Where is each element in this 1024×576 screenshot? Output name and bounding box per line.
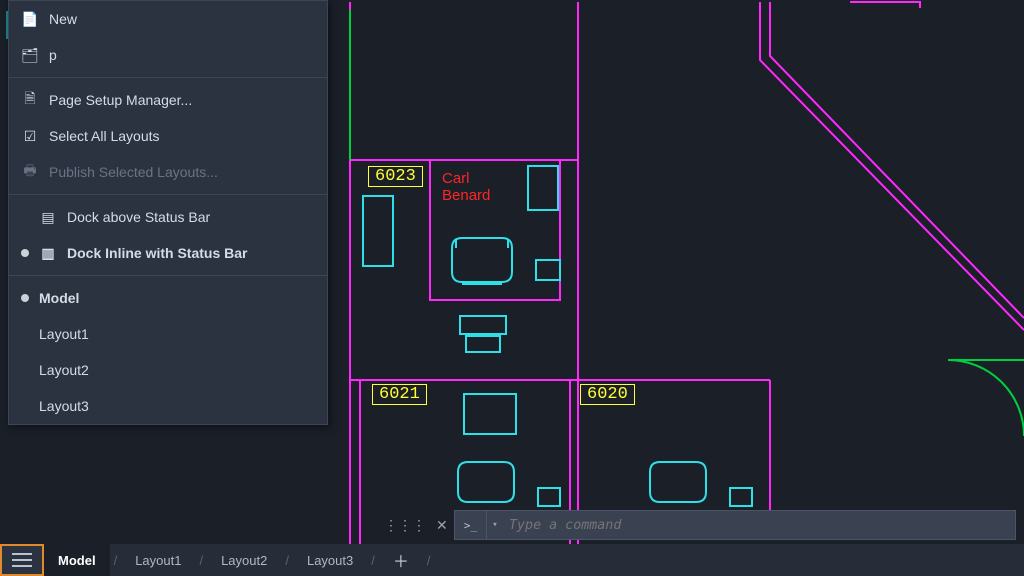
- menu-layout1[interactable]: Layout1: [9, 316, 327, 352]
- tab-divider: /: [367, 544, 379, 576]
- dock-above-icon: ▤: [39, 208, 57, 226]
- template-icon: 🗂: [21, 46, 39, 64]
- menu-layout3[interactable]: Layout3: [9, 388, 327, 424]
- add-layout-button[interactable]: ＋: [379, 544, 423, 576]
- room-label-6023: 6023: [368, 166, 423, 187]
- tab-model[interactable]: Model: [44, 544, 110, 576]
- command-input[interactable]: [503, 518, 1015, 533]
- menu-separator: [9, 194, 327, 195]
- radio-off-icon: [21, 402, 29, 410]
- tab-layout1[interactable]: Layout1: [121, 544, 195, 576]
- room-label-6021: 6021: [372, 384, 427, 405]
- command-history-dropdown[interactable]: ▾: [487, 520, 503, 530]
- person-name-label: Carl Benard: [442, 170, 490, 205]
- menu-new-layout[interactable]: 📄 New: [9, 1, 327, 37]
- layout-context-menu: 📄 New 🗂 p 🗎 Page Setup Manager... ☑ Sele…: [8, 0, 328, 425]
- dock-inline-icon: ▥: [39, 244, 57, 262]
- publish-icon: 🖶: [21, 163, 39, 181]
- close-icon[interactable]: ✕: [436, 517, 448, 534]
- tab-layout3[interactable]: Layout3: [293, 544, 367, 576]
- tab-layout2[interactable]: Layout2: [207, 544, 281, 576]
- menu-separator: [9, 77, 327, 78]
- menu-model[interactable]: Model: [9, 280, 327, 316]
- menu-publish-selected: 🖶 Publish Selected Layouts...: [9, 154, 327, 190]
- layout-menu-button[interactable]: [0, 544, 44, 576]
- menu-layout2[interactable]: Layout2: [9, 352, 327, 388]
- radio-off-icon: [21, 366, 29, 374]
- page-setup-icon: 🗎: [21, 91, 39, 109]
- tab-divider: /: [281, 544, 293, 576]
- tab-divider: /: [110, 544, 122, 576]
- menu-dock-above[interactable]: ▤ Dock above Status Bar: [9, 199, 327, 235]
- tab-divider: /: [195, 544, 207, 576]
- tab-divider: /: [423, 544, 435, 576]
- radio-off-icon: [21, 213, 29, 221]
- page-icon: 📄: [21, 10, 39, 28]
- command-prompt-icon[interactable]: >_: [455, 511, 487, 539]
- room-label-6020: 6020: [580, 384, 635, 405]
- command-line: >_ ▾: [454, 510, 1016, 540]
- radio-on-icon: [21, 249, 29, 257]
- menu-separator: [9, 275, 327, 276]
- menu-from-template[interactable]: 🗂 p: [9, 37, 327, 73]
- menu-dock-inline[interactable]: ▥ Dock Inline with Status Bar: [9, 235, 327, 271]
- radio-off-icon: [21, 330, 29, 338]
- grip-icon[interactable]: ⋮⋮⋮: [384, 517, 426, 534]
- select-all-icon: ☑: [21, 127, 39, 145]
- menu-page-setup[interactable]: 🗎 Page Setup Manager...: [9, 82, 327, 118]
- radio-on-icon: [21, 294, 29, 302]
- layout-tab-bar: Model / Layout1 / Layout2 / Layout3 / ＋ …: [0, 544, 1024, 576]
- menu-select-all-layouts[interactable]: ☑ Select All Layouts: [9, 118, 327, 154]
